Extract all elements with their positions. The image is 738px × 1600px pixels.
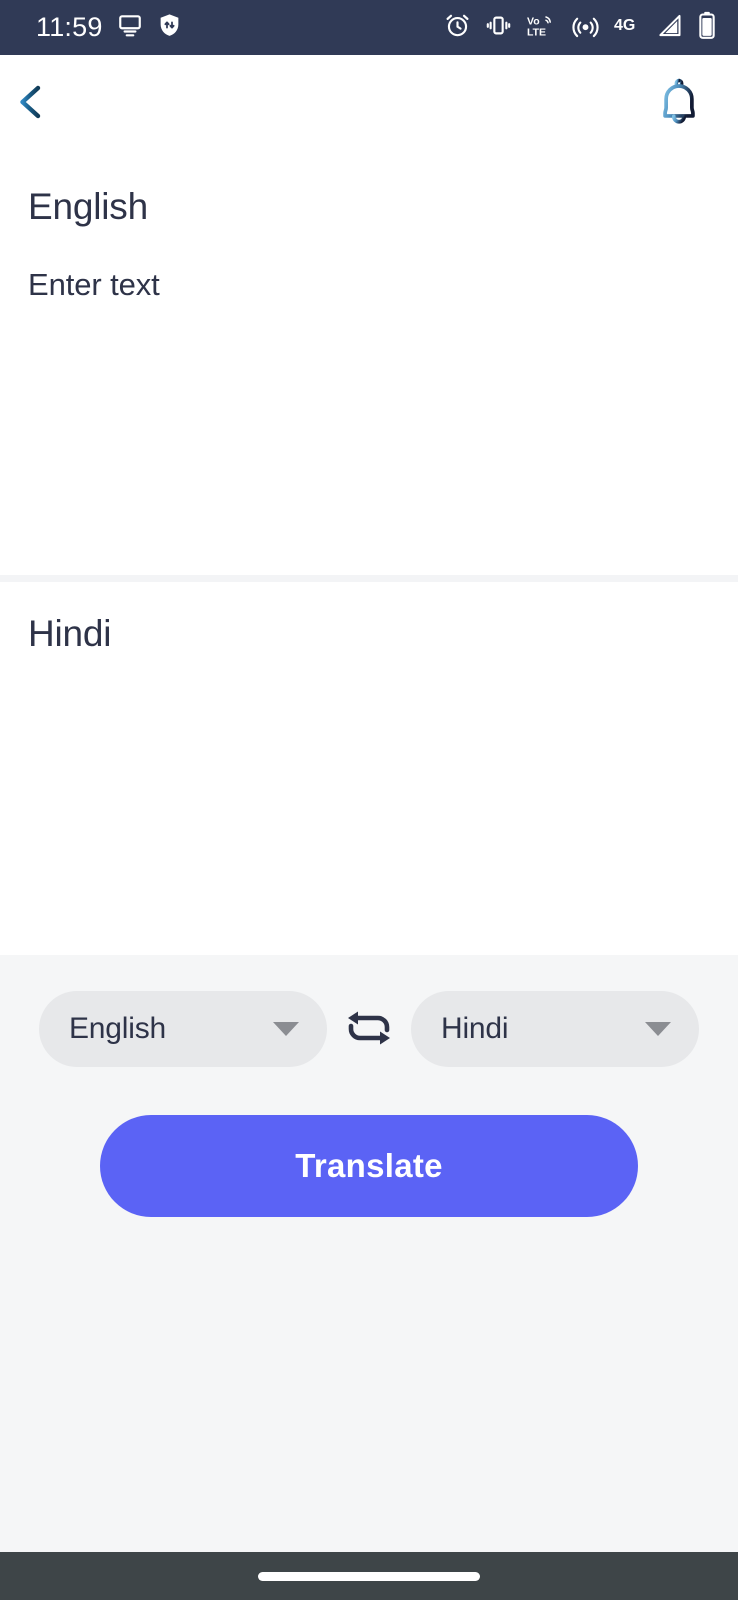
arrow-left-icon [18,82,80,125]
source-text-input[interactable] [28,265,710,566]
volte-icon: Vo LTE [526,12,558,44]
bell-icon [651,73,707,134]
app-bar [0,55,738,151]
system-navigation-bar [0,1552,738,1600]
svg-text:4G: 4G [614,17,635,34]
target-language-heading: Hindi [28,613,112,654]
status-bar: 11:59 Vo LTE 4G [0,0,738,55]
target-language-value: Hindi [441,1012,509,1045]
hotspot-icon [572,12,599,44]
swap-languages-icon [339,1000,399,1059]
chevron-down-icon [273,1022,299,1036]
app-screen: 11:59 Vo LTE 4G English Enter text Hindi… [0,0,738,1600]
target-text-panel: Hindi [0,582,738,955]
source-language-value: English [69,1012,166,1045]
notifications-button[interactable] [648,72,710,134]
source-language-heading: English [28,186,148,227]
vibrate-icon [485,12,512,44]
translate-button-row: Translate [0,1115,738,1217]
language-selector-row: English Hindi [0,991,738,1067]
source-text-panel: English [0,151,738,575]
chevron-down-icon [645,1022,671,1036]
panel-divider [0,575,738,582]
svg-text:LTE: LTE [527,26,546,38]
translate-button[interactable]: Translate [100,1115,638,1217]
cast-icon [117,12,143,43]
controls-panel: English Hindi Translate [0,955,738,1552]
status-bar-right: Vo LTE 4G [444,11,716,44]
status-bar-left: 11:59 [36,12,182,43]
alarm-icon [444,12,471,44]
vpn-shield-icon [157,12,182,43]
battery-icon [698,11,716,44]
home-gesture-handle[interactable] [258,1571,480,1581]
back-button[interactable] [18,75,84,131]
swap-languages-button[interactable] [327,991,411,1067]
network-4g-icon: 4G [613,14,643,41]
signal-icon [657,12,684,44]
target-language-dropdown[interactable]: Hindi [411,991,699,1067]
translated-text-output [28,685,710,745]
source-language-dropdown[interactable]: English [39,991,327,1067]
status-clock: 11:59 [36,12,103,42]
